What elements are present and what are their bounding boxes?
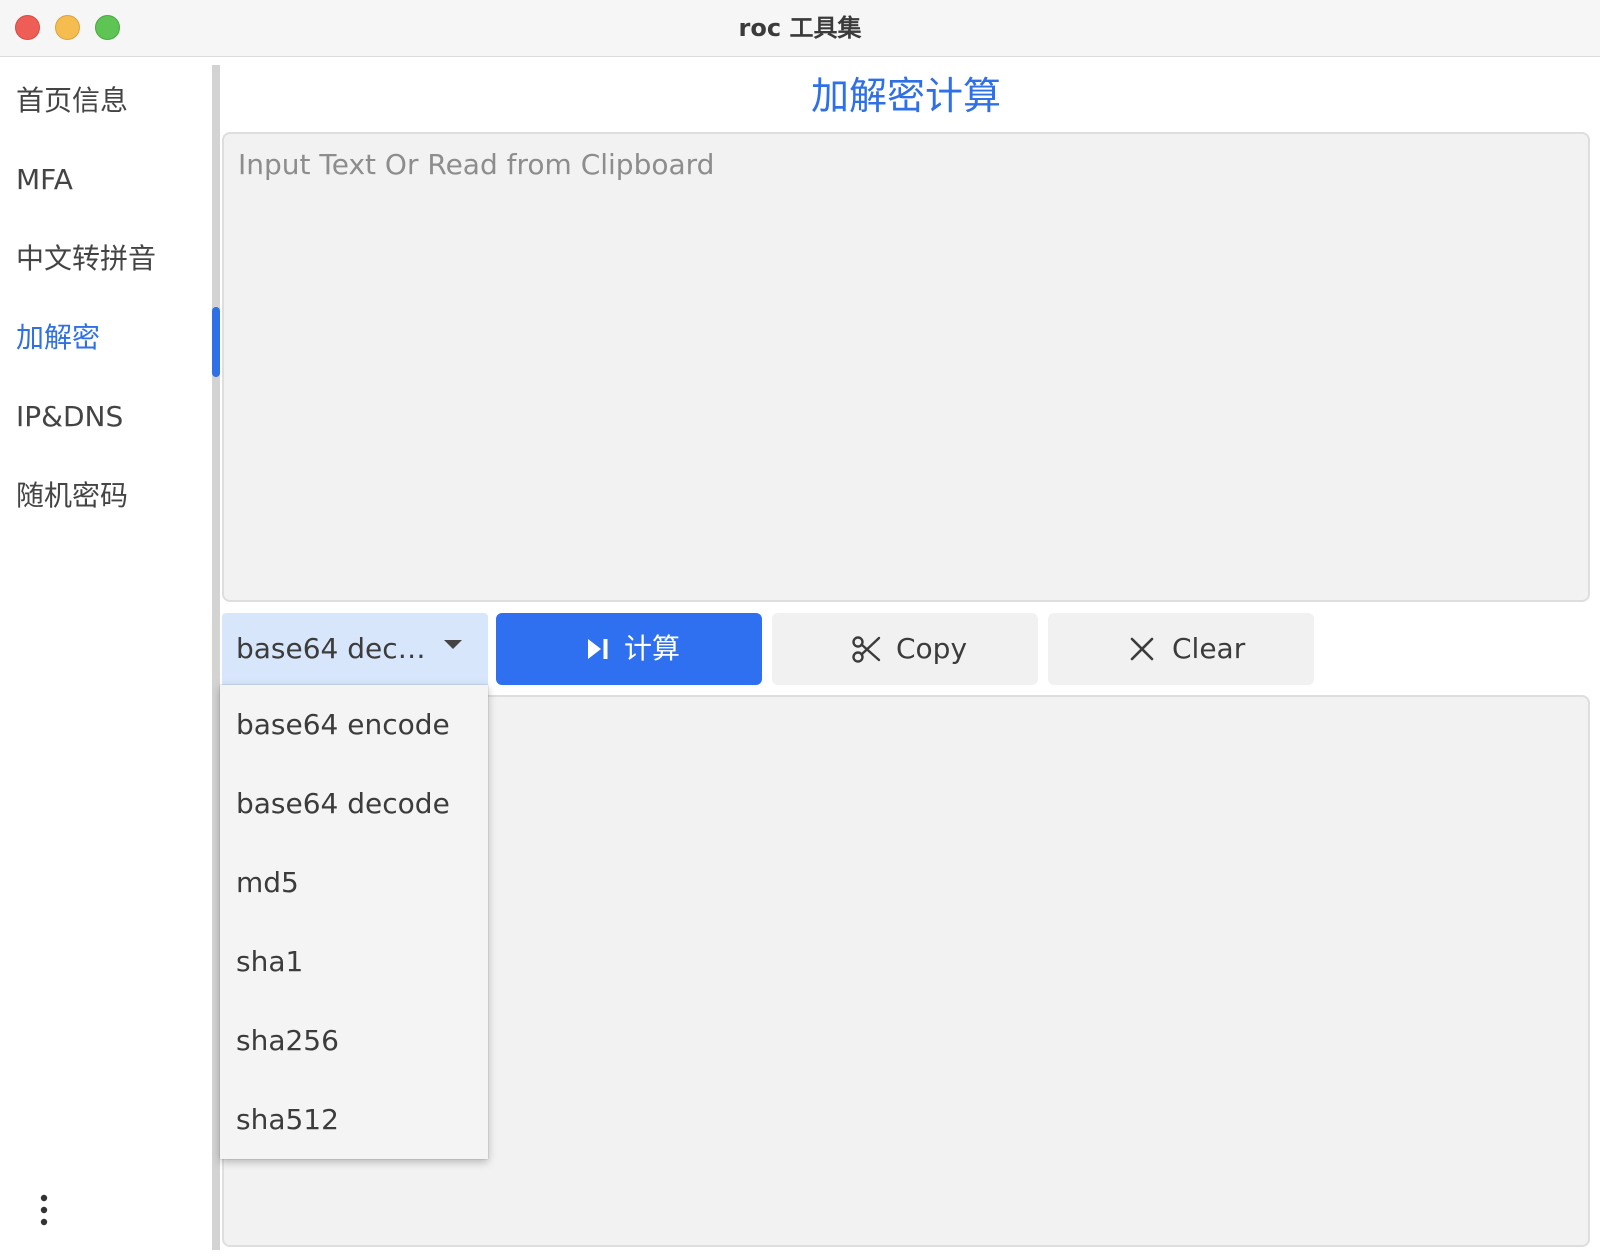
dropdown-option-md5[interactable]: md5 [220,843,488,923]
dropdown-option-base64-decode[interactable]: base64 decode [220,764,488,844]
close-icon [1130,637,1154,661]
sidebar-item-crypto[interactable]: 加解密 [16,318,100,358]
sidebar-item-ip-dns[interactable]: IP&DNS [16,397,123,437]
dropdown-option-sha1[interactable]: sha1 [220,922,488,1002]
sidebar-item-pinyin[interactable]: 中文转拼音 [16,239,156,279]
sidebar-item-random-password[interactable]: 随机密码 [16,476,128,516]
dropdown-option-label: base64 decode [236,787,450,820]
sidebar-item-home[interactable]: 首页信息 [16,81,128,121]
clear-button[interactable]: Clear [1048,613,1314,685]
dropdown-option-sha512[interactable]: sha512 [220,1080,488,1160]
sidebar-scroll-rail[interactable] [212,65,220,1250]
compute-button-label: 计算 [624,632,681,665]
dropdown-option-label: sha512 [236,1103,339,1136]
dropdown-option-label: md5 [236,866,299,899]
page-title: 加解密计算 [810,74,1001,118]
clear-button-label: Clear [1172,632,1246,665]
dropdown-option-sha256[interactable]: sha256 [220,1001,488,1081]
sidebar-item-mfa[interactable]: MFA [16,160,73,200]
scissors-icon [852,636,881,663]
window-title: roc 工具集 [738,14,862,42]
algorithm-dropdown-menu: base64 encode base64 decode md5 sha1 sha… [220,685,488,1159]
active-nav-indicator [212,307,220,377]
algorithm-select-value: base64 dec… [236,632,426,665]
dropdown-option-base64-encode[interactable]: base64 encode [220,685,488,765]
input-placeholder: Input Text Or Read from Clipboard [238,148,715,181]
dropdown-caret-icon [444,640,462,649]
algorithm-select[interactable]: base64 dec… [222,613,488,685]
copy-button[interactable]: Copy [772,613,1038,685]
dropdown-option-label: sha1 [236,945,304,978]
app-window: roc 工具集 首页信息 MFA 中文转拼音 加解密 IP&DNS 随机密码 加… [0,0,1600,1256]
input-text-area[interactable]: Input Text Or Read from Clipboard [222,132,1590,602]
copy-button-label: Copy [896,632,968,665]
sidebar: 首页信息 MFA 中文转拼音 加解密 IP&DNS 随机密码 [0,57,212,1256]
title-bar: roc 工具集 [0,0,1600,57]
skip-next-icon [588,639,608,659]
dropdown-option-label: base64 encode [236,708,450,741]
vertical-ellipsis-icon[interactable] [32,1192,56,1228]
dropdown-option-label: sha256 [236,1024,339,1057]
compute-button[interactable]: 计算 [496,613,762,685]
